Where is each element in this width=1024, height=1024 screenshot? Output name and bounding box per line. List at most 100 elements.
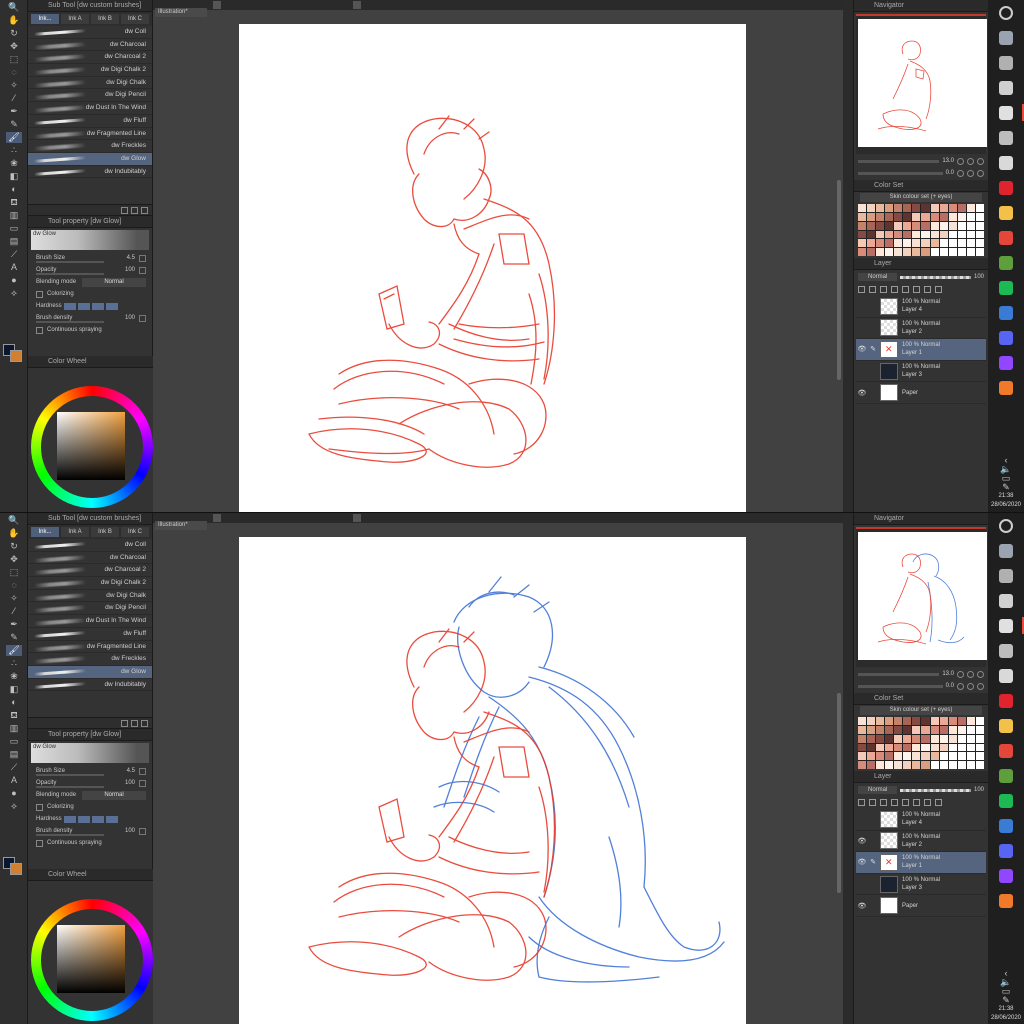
gradient-tool-icon[interactable]: ▥ xyxy=(6,210,22,221)
toolbar-icon[interactable] xyxy=(213,1,221,9)
palette-swatch[interactable] xyxy=(939,734,948,743)
palette-swatch[interactable] xyxy=(876,221,885,230)
palette-swatch[interactable] xyxy=(957,725,966,734)
layer-row[interactable]: 👁 100 % Normal Layer 2 xyxy=(856,831,986,853)
color-set-palette[interactable] xyxy=(858,204,984,256)
subtool-tab[interactable]: Ink A xyxy=(61,14,89,24)
sub-color-swatch[interactable] xyxy=(10,350,22,362)
palette-swatch[interactable] xyxy=(939,248,948,256)
palette-swatch[interactable] xyxy=(858,717,867,725)
stepper-icon[interactable] xyxy=(139,314,146,322)
navigator-zoom[interactable]: 13.0 xyxy=(858,156,984,166)
rotate-left-icon[interactable] xyxy=(957,682,964,690)
palette-swatch[interactable] xyxy=(966,761,975,769)
palette-swatch[interactable] xyxy=(966,230,975,239)
palette-swatch[interactable] xyxy=(885,743,894,752)
palette-swatch[interactable] xyxy=(894,761,903,769)
opacity-row[interactable]: Opacity 100 xyxy=(28,264,152,276)
palette-swatch[interactable] xyxy=(975,230,984,239)
palette-swatch[interactable] xyxy=(957,743,966,752)
document-tab[interactable]: Illustration* xyxy=(155,8,207,17)
palette-swatch[interactable] xyxy=(876,761,885,769)
palette-swatch[interactable] xyxy=(948,239,957,248)
palette-swatch[interactable] xyxy=(894,239,903,248)
palette-swatch[interactable] xyxy=(966,752,975,761)
taskbar-app[interactable] xyxy=(988,738,1024,763)
layer-row[interactable]: 100 % Normal Layer 3 xyxy=(856,361,986,383)
palette-swatch[interactable] xyxy=(876,743,885,752)
airbrush-tool-icon[interactable]: ∴ xyxy=(6,658,22,669)
palette-swatch[interactable] xyxy=(930,230,939,239)
palette-swatch[interactable] xyxy=(966,734,975,743)
taskbar-app[interactable] xyxy=(988,225,1024,250)
balloon-tool-icon[interactable]: ● xyxy=(6,788,22,799)
brush-item[interactable]: dw Freckles xyxy=(28,140,152,153)
eraser-tool-icon[interactable]: ◧ xyxy=(6,171,22,182)
layer-row[interactable]: 100 % Normal Layer 2 xyxy=(856,318,986,340)
navigator-zoom[interactable]: 13.0 xyxy=(858,669,984,679)
flip-icon[interactable] xyxy=(977,682,984,690)
lasso-tool-icon[interactable]: ◌ xyxy=(6,67,22,78)
checkbox[interactable] xyxy=(36,803,43,811)
palette-swatch[interactable] xyxy=(975,734,984,743)
layer-row[interactable]: 👁 Paper xyxy=(856,895,986,917)
gradient-tool-icon[interactable]: ▥ xyxy=(6,723,22,734)
palette-swatch[interactable] xyxy=(930,717,939,725)
figure-tool-icon[interactable]: ▭ xyxy=(6,223,22,234)
brush-size-row[interactable]: Brush Size 4.5 xyxy=(28,765,152,777)
subtool-tab[interactable]: Ink C xyxy=(121,14,149,24)
palette-swatch[interactable] xyxy=(966,212,975,221)
correct-line-tool-icon[interactable]: ⟡ xyxy=(6,801,22,812)
taskbar-app[interactable] xyxy=(988,100,1024,125)
new-vector-icon[interactable] xyxy=(924,285,931,293)
palette-swatch[interactable] xyxy=(957,248,966,256)
palette-swatch[interactable] xyxy=(903,230,912,239)
palette-swatch[interactable] xyxy=(858,761,867,769)
palette-swatch[interactable] xyxy=(948,230,957,239)
palette-swatch[interactable] xyxy=(948,725,957,734)
taskbar-app[interactable] xyxy=(988,613,1024,638)
palette-swatch[interactable] xyxy=(948,734,957,743)
pen-icon[interactable]: ✎ xyxy=(988,996,1024,1005)
palette-swatch[interactable] xyxy=(876,204,885,212)
palette-swatch[interactable] xyxy=(939,212,948,221)
brush-item[interactable]: dw Digi Chalk xyxy=(28,590,152,603)
toolbar-icon[interactable] xyxy=(213,514,221,522)
palette-swatch[interactable] xyxy=(867,204,876,212)
text-tool-icon[interactable]: A xyxy=(6,262,22,273)
flip-icon[interactable] xyxy=(977,169,984,177)
palette-swatch[interactable] xyxy=(876,248,885,256)
rotate-tool-icon[interactable]: ↻ xyxy=(6,28,22,39)
brush-tool-icon[interactable]: 🖌 xyxy=(6,645,22,656)
blend-tool-icon[interactable]: ◐ xyxy=(6,184,22,195)
move-tool-icon[interactable]: ✥ xyxy=(6,41,22,52)
palette-swatch[interactable] xyxy=(876,230,885,239)
brush-item[interactable]: dw Charcoal xyxy=(28,39,152,52)
palette-swatch[interactable] xyxy=(867,725,876,734)
palette-swatch[interactable] xyxy=(876,752,885,761)
taskbar-app[interactable] xyxy=(988,200,1024,225)
vertical-scrollbar[interactable] xyxy=(837,180,841,380)
airbrush-tool-icon[interactable]: ∴ xyxy=(6,145,22,156)
zoom-in-icon[interactable] xyxy=(957,670,964,678)
blending-row[interactable]: Blending mode Normal xyxy=(28,276,152,288)
palette-swatch[interactable] xyxy=(903,717,912,725)
stepper-icon[interactable] xyxy=(139,827,146,835)
settings-icon[interactable] xyxy=(121,207,128,215)
palette-swatch[interactable] xyxy=(930,752,939,761)
palette-swatch[interactable] xyxy=(966,717,975,725)
brush-tool-icon[interactable]: 🖌 xyxy=(6,132,22,143)
stepper-icon[interactable] xyxy=(139,767,146,775)
brush-item[interactable]: dw Digi Pencil xyxy=(28,602,152,616)
layer-opacity-slider[interactable] xyxy=(900,788,971,792)
palette-swatch[interactable] xyxy=(939,230,948,239)
palette-swatch[interactable] xyxy=(912,743,921,752)
palette-swatch[interactable] xyxy=(894,717,903,725)
palette-swatch[interactable] xyxy=(912,248,921,256)
clock-time[interactable]: 21:38 xyxy=(988,492,1024,501)
eye-icon[interactable]: 👁 xyxy=(856,902,868,910)
taskbar-app[interactable] xyxy=(988,888,1024,913)
palette-swatch[interactable] xyxy=(930,239,939,248)
layer-row[interactable]: 👁✎ 100 % NormalLayer 1 xyxy=(856,852,986,874)
palette-swatch[interactable] xyxy=(957,734,966,743)
